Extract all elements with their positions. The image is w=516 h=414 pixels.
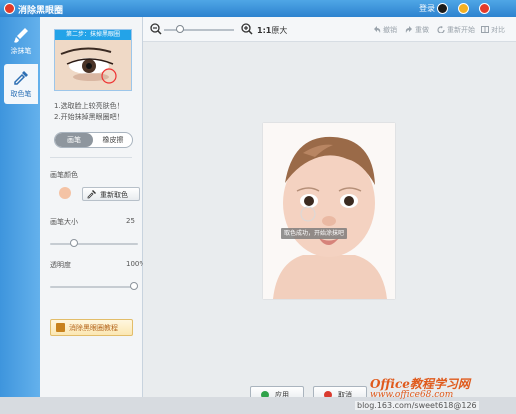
brush-size-slider-handle[interactable]	[70, 239, 78, 247]
canvas-toolbar: 1:1原大 撤销 重做 重新开始 对比	[143, 17, 516, 42]
eyedropper-small-icon	[87, 190, 96, 199]
color-picked-tooltip: 取色成功，开始涂抹吧	[281, 228, 348, 239]
opacity-slider[interactable]	[50, 282, 138, 290]
brush-color-swatch	[59, 187, 71, 199]
qq-icon[interactable]	[458, 3, 469, 14]
zoom-actual-size-button[interactable]: 1:1原大	[257, 25, 287, 36]
undo-label: 撤销	[383, 26, 397, 34]
repick-color-label: 重新取色	[100, 191, 128, 199]
brush-size-value: 25	[126, 217, 135, 225]
zoom-in-icon[interactable]	[241, 23, 253, 35]
brush-color-label: 画笔颜色	[50, 171, 78, 179]
tab-brush[interactable]: 涂抹笔	[4, 21, 38, 61]
zoom-slider-handle[interactable]	[176, 25, 184, 33]
opacity-slider-handle[interactable]	[130, 282, 138, 290]
login-link[interactable]: 登录	[419, 3, 435, 14]
title-bar: 消除黑眼圈 登录	[0, 0, 516, 17]
brush-size-label: 画笔大小	[50, 218, 78, 226]
tutorial-button[interactable]: 消除黑眼圈教程	[50, 319, 133, 336]
settings-panel: 第二步：抹掉黑眼圈 1.选取脸上较亮肤色！ 2.开始抹掉黑眼圈吧！ 画笔 橡皮擦…	[40, 17, 146, 397]
eyedropper-icon	[14, 71, 28, 85]
mode-brush-option[interactable]: 画笔	[55, 133, 93, 147]
undo-icon	[374, 26, 381, 33]
compare-icon	[481, 26, 489, 33]
brush-icon	[14, 28, 28, 43]
undo-button[interactable]: 撤销	[373, 25, 397, 35]
repick-color-button[interactable]: 重新取色	[82, 187, 140, 201]
step-illustration: 第二步：抹掉黑眼圈	[54, 29, 132, 91]
compare-label: 对比	[491, 26, 505, 34]
tab-eyedropper[interactable]: 取色笔	[4, 64, 38, 104]
tool-tab-strip: 涂抹笔 取色笔	[0, 17, 40, 397]
opacity-label: 透明度	[50, 261, 71, 269]
tutorial-label: 消除黑眼圈教程	[69, 324, 118, 332]
restart-button[interactable]: 重新开始	[437, 25, 475, 35]
compare-button[interactable]: 对比	[481, 25, 505, 35]
instruction-1: 1.选取脸上较亮肤色！	[54, 102, 124, 110]
editing-canvas[interactable]: 取色成功，开始涂抹吧	[143, 42, 516, 384]
redo-icon	[405, 26, 412, 33]
eye-illustration	[55, 40, 131, 90]
tab-eyedropper-label: 取色笔	[10, 90, 32, 98]
watermark-url: www.office68.com	[370, 390, 454, 400]
app-logo-icon	[4, 3, 15, 14]
restart-icon	[437, 26, 445, 33]
zoom-ratio: 1:1	[257, 26, 272, 35]
redo-label: 重做	[415, 26, 429, 34]
mode-toggle: 画笔 橡皮擦	[54, 132, 133, 148]
step-title: 第二步：抹掉黑眼圈	[55, 30, 131, 40]
user-avatar-icon[interactable]	[437, 3, 448, 14]
zoom-out-icon[interactable]	[150, 23, 162, 35]
redo-button[interactable]: 重做	[405, 25, 429, 35]
restart-label: 重新开始	[447, 26, 475, 34]
zoom-original-label: 原大	[271, 26, 288, 35]
book-icon	[56, 323, 65, 332]
brush-size-slider[interactable]	[50, 239, 138, 247]
instruction-2: 2.开始抹掉黑眼圈吧！	[54, 113, 124, 121]
window-title: 消除黑眼圈	[18, 6, 64, 16]
zoom-slider[interactable]	[164, 25, 234, 33]
divider	[50, 157, 132, 158]
watermark-blog: blog.163.com/sweet618@126	[355, 401, 479, 410]
tab-brush-label: 涂抹笔	[10, 47, 32, 55]
weibo-icon[interactable]	[479, 3, 490, 14]
mode-eraser-option[interactable]: 橡皮擦	[94, 133, 132, 147]
baby-photo[interactable]: 取色成功，开始涂抹吧	[263, 123, 395, 299]
baby-photo-image	[263, 123, 395, 299]
